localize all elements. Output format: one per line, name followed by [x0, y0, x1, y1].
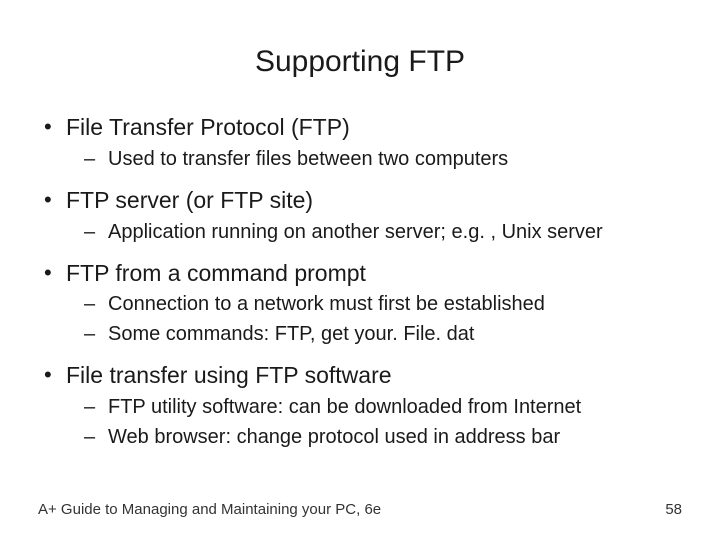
sub-list: Connection to a network must first be es… — [66, 291, 682, 347]
sub-item: Application running on another server; e… — [66, 219, 682, 245]
bullet-item: File Transfer Protocol (FTP) Used to tra… — [38, 113, 682, 172]
sub-list: FTP utility software: can be downloaded … — [66, 394, 682, 450]
footer-left: A+ Guide to Managing and Maintaining you… — [38, 501, 381, 518]
bullet-item: FTP from a command prompt Connection to … — [38, 259, 682, 348]
bullet-list: File Transfer Protocol (FTP) Used to tra… — [38, 113, 682, 450]
slide-footer: A+ Guide to Managing and Maintaining you… — [38, 501, 682, 518]
sub-item: FTP utility software: can be downloaded … — [66, 394, 682, 420]
bullet-text: File transfer using FTP software — [66, 362, 392, 388]
bullet-text: FTP from a command prompt — [66, 260, 366, 286]
sub-item: Web browser: change protocol used in add… — [66, 424, 682, 450]
slide: Supporting FTP File Transfer Protocol (F… — [0, 0, 720, 540]
bullet-text: File Transfer Protocol (FTP) — [66, 114, 350, 140]
bullet-item: File transfer using FTP software FTP uti… — [38, 361, 682, 450]
slide-content: File Transfer Protocol (FTP) Used to tra… — [0, 113, 720, 450]
sub-item: Connection to a network must first be es… — [66, 291, 682, 317]
sub-list: Used to transfer files between two compu… — [66, 146, 682, 172]
slide-title: Supporting FTP — [0, 0, 720, 99]
bullet-item: FTP server (or FTP site) Application run… — [38, 186, 682, 245]
bullet-text: FTP server (or FTP site) — [66, 187, 313, 213]
sub-item: Some commands: FTP, get your. File. dat — [66, 321, 682, 347]
sub-list: Application running on another server; e… — [66, 219, 682, 245]
sub-item: Used to transfer files between two compu… — [66, 146, 682, 172]
footer-page-number: 58 — [665, 501, 682, 518]
